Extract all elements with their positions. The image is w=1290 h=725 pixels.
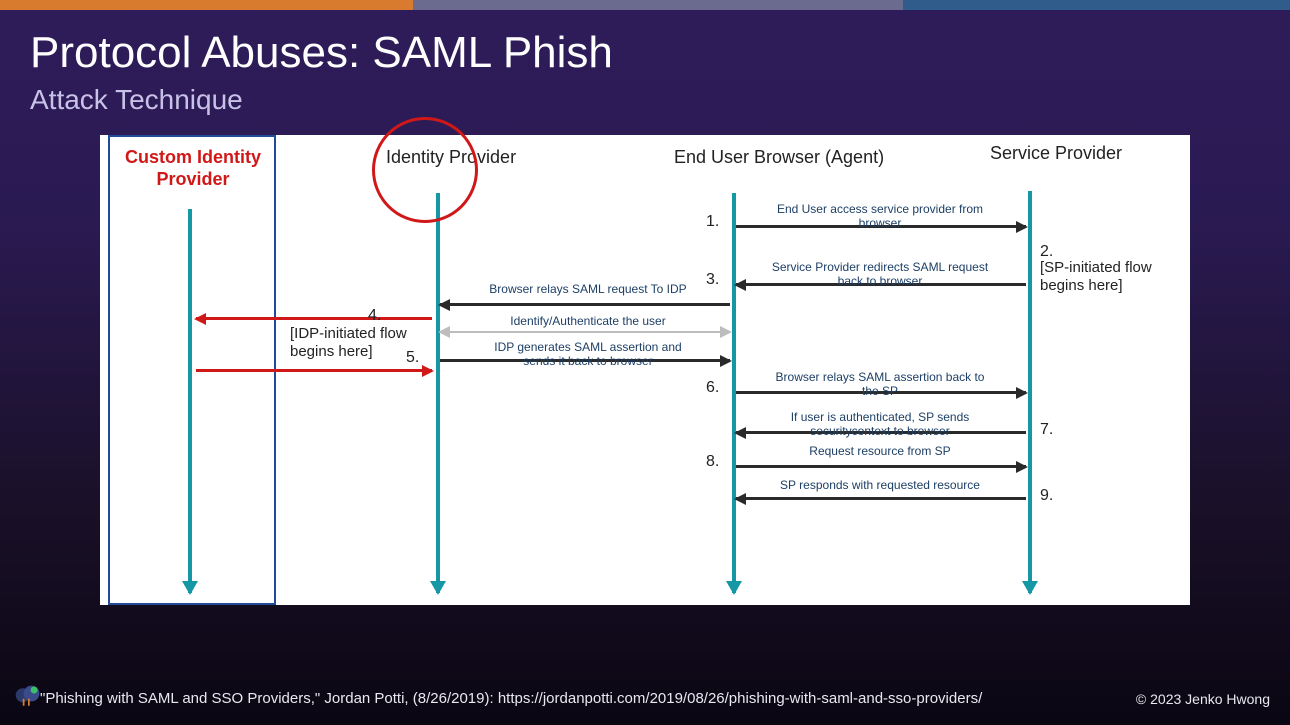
msg-step-2: Service Provider redirects SAML request … — [770, 261, 990, 289]
footer-citation: "Phishing with SAML and SSO Providers," … — [40, 690, 982, 707]
step-8-number: 8. — [706, 453, 719, 471]
sequence-diagram: Custom Identity Provider Identity Provid… — [100, 135, 1190, 605]
msg-step-1: End User access service provider from br… — [770, 203, 990, 231]
step-9-number: 9. — [1040, 487, 1053, 505]
msg-step-3: Browser relays SAML request To IDP — [478, 283, 698, 297]
logo-icon — [14, 683, 42, 711]
lifeline-sp — [1028, 191, 1032, 593]
note-sp-initiated: [SP-initiated flow begins here] — [1040, 259, 1190, 295]
actor-sp: Service Provider — [990, 143, 1122, 164]
lifeline-custom-idp — [188, 209, 192, 593]
msg-step-8: Request resource from SP — [770, 445, 990, 459]
arrow-step-8 — [736, 465, 1026, 468]
actor-custom-idp: Custom Identity Provider — [118, 147, 268, 190]
arrow-step-4 — [440, 331, 730, 333]
lifeline-idp — [436, 193, 440, 593]
idp-highlight-circle — [372, 117, 478, 223]
step-6-number: 6. — [706, 379, 719, 397]
msg-step-9: SP responds with requested resource — [770, 479, 990, 493]
arrow-attack-to-custom-idp — [196, 317, 432, 320]
step-5-number: 5. — [406, 349, 419, 367]
step-3-number: 3. — [706, 271, 719, 289]
arrow-attack-from-custom-idp — [196, 369, 432, 372]
step-4-number: 4. — [368, 307, 381, 325]
note-idp-initiated: [IDP-initiated flow begins here] — [290, 325, 450, 361]
msg-step-7: If user is authenticated, SP sends secur… — [770, 411, 990, 439]
actor-browser: End User Browser (Agent) — [674, 147, 884, 168]
arrow-step-3 — [440, 303, 730, 306]
msg-step-6: Browser relays SAML assertion back to th… — [770, 371, 990, 399]
accent-bar — [0, 0, 1290, 10]
footer-copyright: © 2023 Jenko Hwong — [1136, 691, 1270, 707]
msg-step-4: Identify/Authenticate the user — [478, 315, 698, 329]
arrow-step-9 — [736, 497, 1026, 500]
slide-subtitle: Attack Technique — [30, 84, 243, 116]
step-1-number: 1. — [706, 213, 719, 231]
slide-title: Protocol Abuses: SAML Phish — [30, 28, 613, 78]
msg-step-5: IDP generates SAML assertion and sends i… — [478, 341, 698, 369]
step-7-number: 7. — [1040, 421, 1053, 439]
